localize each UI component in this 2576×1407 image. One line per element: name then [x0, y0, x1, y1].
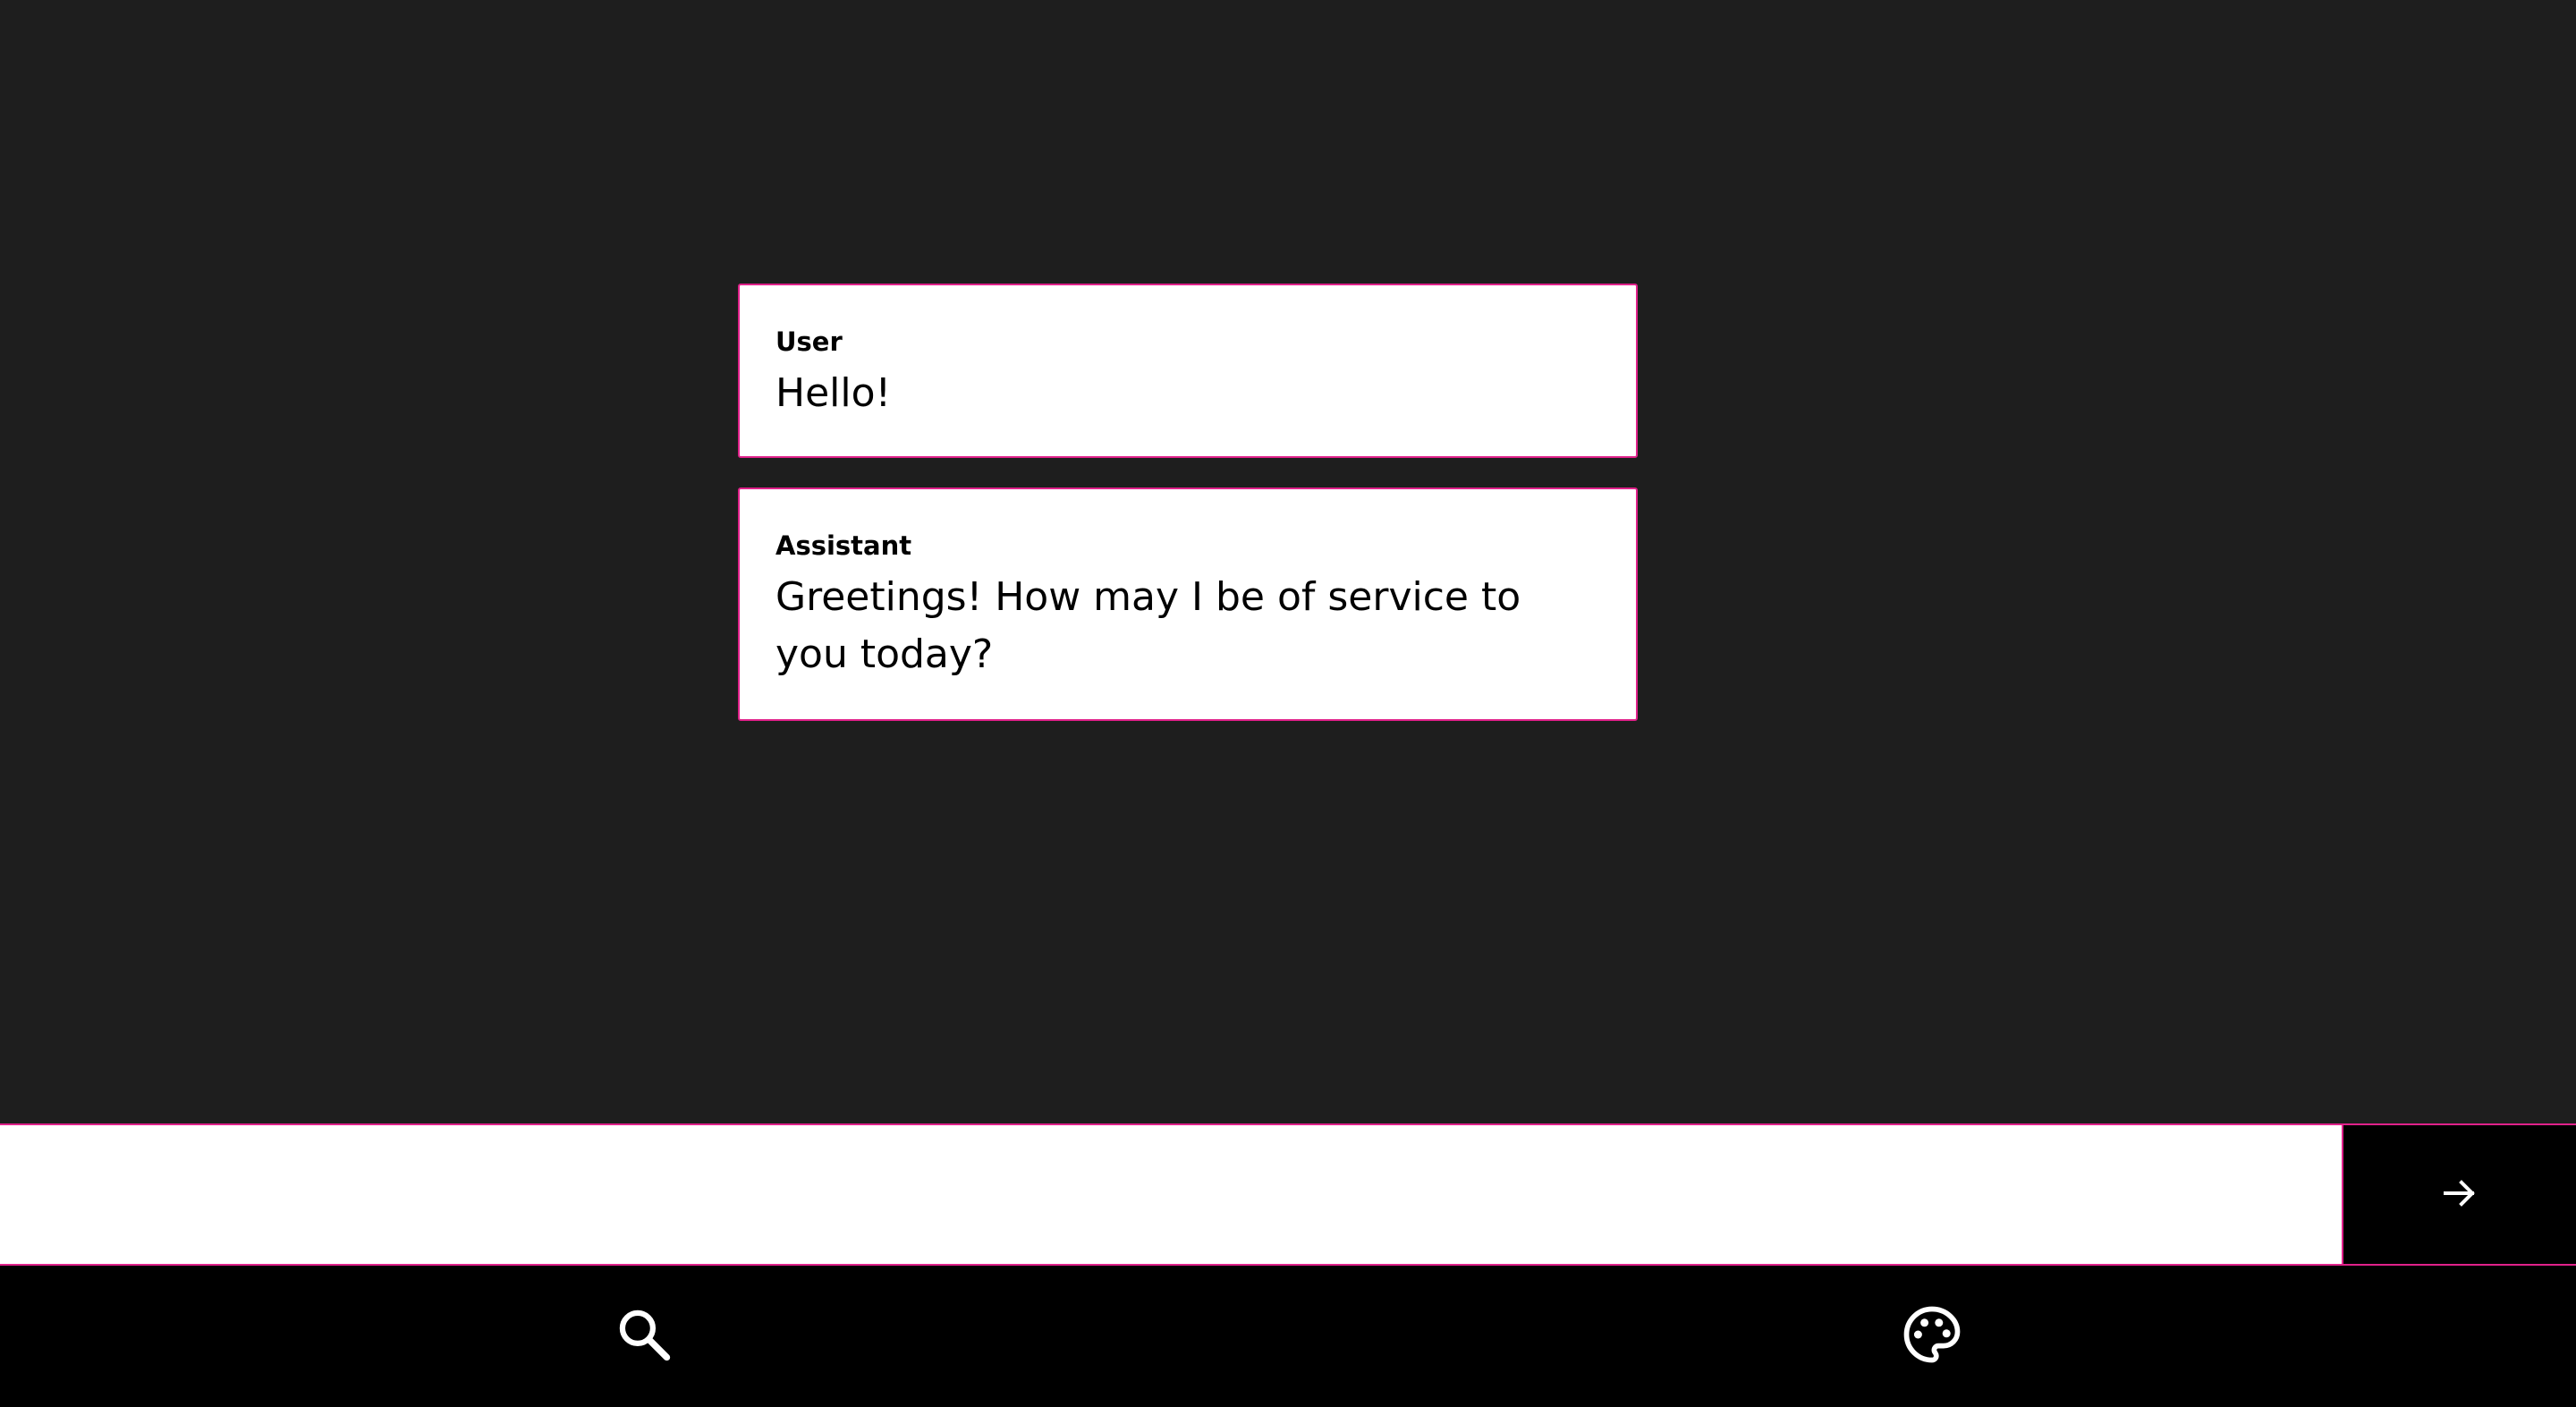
chat-history: User Hello! Assistant Greetings! How may…: [0, 0, 2576, 1123]
bottom-nav-bar: [0, 1266, 2576, 1407]
message-card-user: User Hello!: [738, 284, 1638, 458]
search-button[interactable]: [555, 1266, 733, 1407]
arrow-right-icon: [2438, 1172, 2481, 1218]
message-role-label: Assistant: [775, 530, 912, 561]
message-role-label: User: [775, 326, 843, 357]
palette-icon: [1900, 1302, 1964, 1370]
message-input-bar: [0, 1123, 2576, 1266]
message-text: Hello!: [775, 369, 892, 416]
chat-app: User Hello! Assistant Greetings! How may…: [0, 0, 2576, 1407]
send-button[interactable]: [2342, 1125, 2576, 1264]
theme-palette-button[interactable]: [1843, 1266, 2021, 1407]
message-text: Greetings! How may I be of service to yo…: [775, 573, 1521, 677]
search-icon: [614, 1304, 674, 1369]
message-input[interactable]: [0, 1125, 2342, 1264]
message-card-assistant: Assistant Greetings! How may I be of ser…: [738, 487, 1638, 721]
